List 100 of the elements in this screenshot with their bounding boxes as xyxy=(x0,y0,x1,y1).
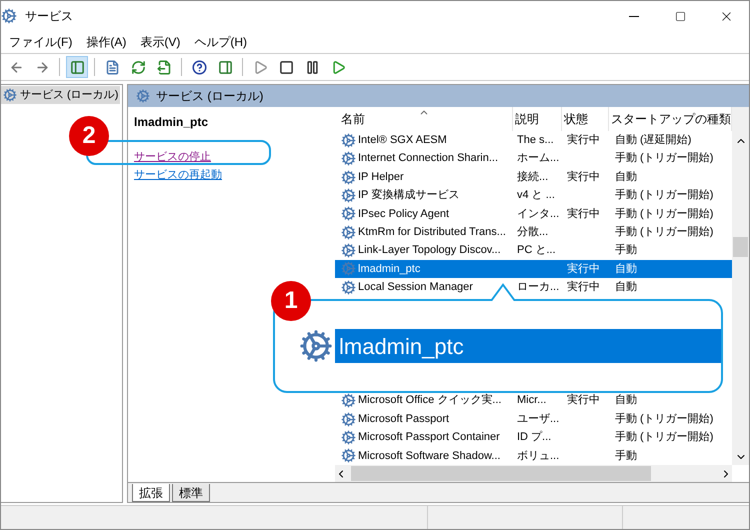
scroll-thumb[interactable] xyxy=(351,466,651,481)
table-cell: 手動 (トリガー開始) xyxy=(615,152,714,164)
table-cell: 手動 (トリガー開始) xyxy=(615,412,714,425)
menu-item[interactable]: ファイル(F) xyxy=(9,33,72,51)
table-row[interactable]: Link-Layer Topology Discov... PC と... 手動 xyxy=(335,241,732,260)
help-icon xyxy=(192,60,206,74)
table-row[interactable]: Microsoft Software Shadow... ボリュ... 手動 xyxy=(335,446,732,466)
gear-icon xyxy=(341,280,356,295)
service-name: Microsoft Passport Container xyxy=(358,430,500,446)
table-row[interactable]: IPsec Policy Agent インタ... 実行中 手動 (トリガー開始) xyxy=(335,204,732,224)
view-tab[interactable]: 標準 xyxy=(172,484,210,502)
services-icon xyxy=(1,8,17,24)
table-cell: 実行中 xyxy=(567,170,600,183)
gear-icon xyxy=(341,243,356,258)
table-row[interactable]: Intel® SGX AESM The s... 実行中 自動 (遅延開始) xyxy=(335,131,732,150)
table-cell: 実行中 xyxy=(567,262,600,275)
table-cell: 手動 (トリガー開始) xyxy=(615,208,714,220)
service-name: Internet Connection Sharin... xyxy=(358,151,498,166)
service-name: lmadmin_ptc xyxy=(358,262,420,277)
table-cell: 実行中 xyxy=(567,208,600,220)
tree-item[interactable]: サービス (ローカル) xyxy=(1,86,120,104)
highlighted-service: lmadmin_ptc xyxy=(335,329,721,363)
table-cell: 接続... xyxy=(517,170,548,183)
table-cell: The s... xyxy=(517,134,554,146)
menu-item[interactable]: ヘルプ(H) xyxy=(194,33,247,51)
table-cell: 手動 (トリガー開始) xyxy=(615,431,714,444)
table-row[interactable]: IP Helper 接続... 実行中 自動 xyxy=(335,168,732,186)
stop-icon xyxy=(278,60,294,74)
table-cell: ボリュ... xyxy=(517,450,560,462)
table-row[interactable]: lmadmin_ptc 実行中 自動 xyxy=(335,260,732,278)
pause-icon xyxy=(304,60,320,74)
menu-item[interactable]: 表示(V) xyxy=(140,33,180,51)
refresh-icon xyxy=(130,60,146,74)
table-cell: 手動 xyxy=(615,244,637,256)
maximize-icon xyxy=(674,10,686,22)
play-icon xyxy=(252,60,268,74)
back-icon xyxy=(8,60,24,74)
table-cell: 実行中 xyxy=(567,394,600,406)
column-header[interactable]: 名前 xyxy=(335,107,514,132)
gear-icon xyxy=(341,448,356,464)
gear-icon xyxy=(3,88,17,102)
gear-icon xyxy=(341,430,356,445)
gear-icon xyxy=(341,132,356,148)
service-name: Link-Layer Topology Discov... xyxy=(358,243,501,258)
export-list-icon xyxy=(156,60,172,74)
table-cell: PC と... xyxy=(517,244,556,256)
gear-icon xyxy=(299,329,333,363)
service-name: IPsec Policy Agent xyxy=(358,206,450,222)
gear-icon xyxy=(341,393,356,408)
service-name: Intel® SGX AESM xyxy=(358,133,447,148)
scroll-thumb[interactable] xyxy=(733,237,748,257)
action-pane-icon xyxy=(218,60,232,74)
horizontal-scrollbar[interactable] xyxy=(335,465,732,482)
table-cell: 自動 xyxy=(615,170,637,183)
table-cell: ユーザ... xyxy=(517,412,560,425)
table-cell: Micr... xyxy=(517,394,546,406)
table-cell: ホーム... xyxy=(517,152,560,164)
action-link[interactable]: サービスの再起動 xyxy=(134,168,222,183)
table-row[interactable]: IP 変換構成サービス v4 と ... 手動 (トリガー開始) xyxy=(335,186,732,205)
menu-item[interactable]: 操作(A) xyxy=(86,33,126,51)
service-name: KtmRm for Distributed Trans... xyxy=(358,224,506,240)
table-cell: 手動 (トリガー開始) xyxy=(615,189,714,202)
service-name: IP 変換構成サービス xyxy=(358,188,460,204)
table-cell: 自動 xyxy=(615,281,637,294)
table-cell: 実行中 xyxy=(567,134,600,146)
action-link[interactable]: サービスの停止 xyxy=(134,150,211,165)
table-cell: 手動 xyxy=(615,450,637,462)
table-cell: 自動 xyxy=(615,262,637,275)
table-row[interactable]: Microsoft Passport ユーザ... 手動 (トリガー開始) xyxy=(335,410,732,428)
service-name: IP Helper xyxy=(358,170,404,185)
gear-icon xyxy=(341,170,356,185)
table-cell: 実行中 xyxy=(567,281,600,294)
resume-icon xyxy=(330,60,346,74)
vertical-scrollbar[interactable] xyxy=(732,107,749,465)
table-row[interactable]: KtmRm for Distributed Trans... 分散... 手動 (トリガー開始) xyxy=(335,223,732,242)
table-cell: ID プ... xyxy=(517,431,552,444)
gear-icon xyxy=(341,224,356,240)
window-title: サービス xyxy=(25,8,73,25)
table-row[interactable]: Internet Connection Sharin... ホーム... 手動 (トリガー開始) xyxy=(335,150,732,168)
table-cell: 手動 (トリガー開始) xyxy=(615,226,714,238)
forward-icon xyxy=(34,60,50,74)
table-row[interactable]: Microsoft Passport Container ID プ... 手動 (トリガー開始) xyxy=(335,428,732,447)
service-title: lmadmin_ptc xyxy=(134,114,210,131)
table-cell: インタ... xyxy=(517,208,560,220)
table-row[interactable]: Local Session Manager ローカ... 実行中 自動 xyxy=(335,278,732,297)
service-name: Microsoft Software Shadow... xyxy=(358,448,500,464)
table-cell: ローカ... xyxy=(517,281,560,294)
table-cell: 自動 (遅延開始) xyxy=(615,134,692,146)
column-header[interactable]: 状態 xyxy=(562,107,609,132)
service-name: Local Session Manager xyxy=(358,280,473,296)
table-cell: 分散... xyxy=(517,226,548,238)
table-cell: v4 と ... xyxy=(517,189,555,202)
number-badge: 1 xyxy=(271,281,311,321)
view-tab[interactable]: 拡張 xyxy=(132,484,170,502)
table-row[interactable]: Microsoft Office クイック実... Micr... 実行中 自動 xyxy=(335,392,732,410)
service-name: Microsoft Passport xyxy=(358,412,450,427)
pane-title: サービス (ローカル) xyxy=(156,88,264,105)
gear-icon xyxy=(341,188,356,203)
column-header[interactable]: 説明 xyxy=(513,107,562,132)
gear-icon xyxy=(341,151,356,166)
